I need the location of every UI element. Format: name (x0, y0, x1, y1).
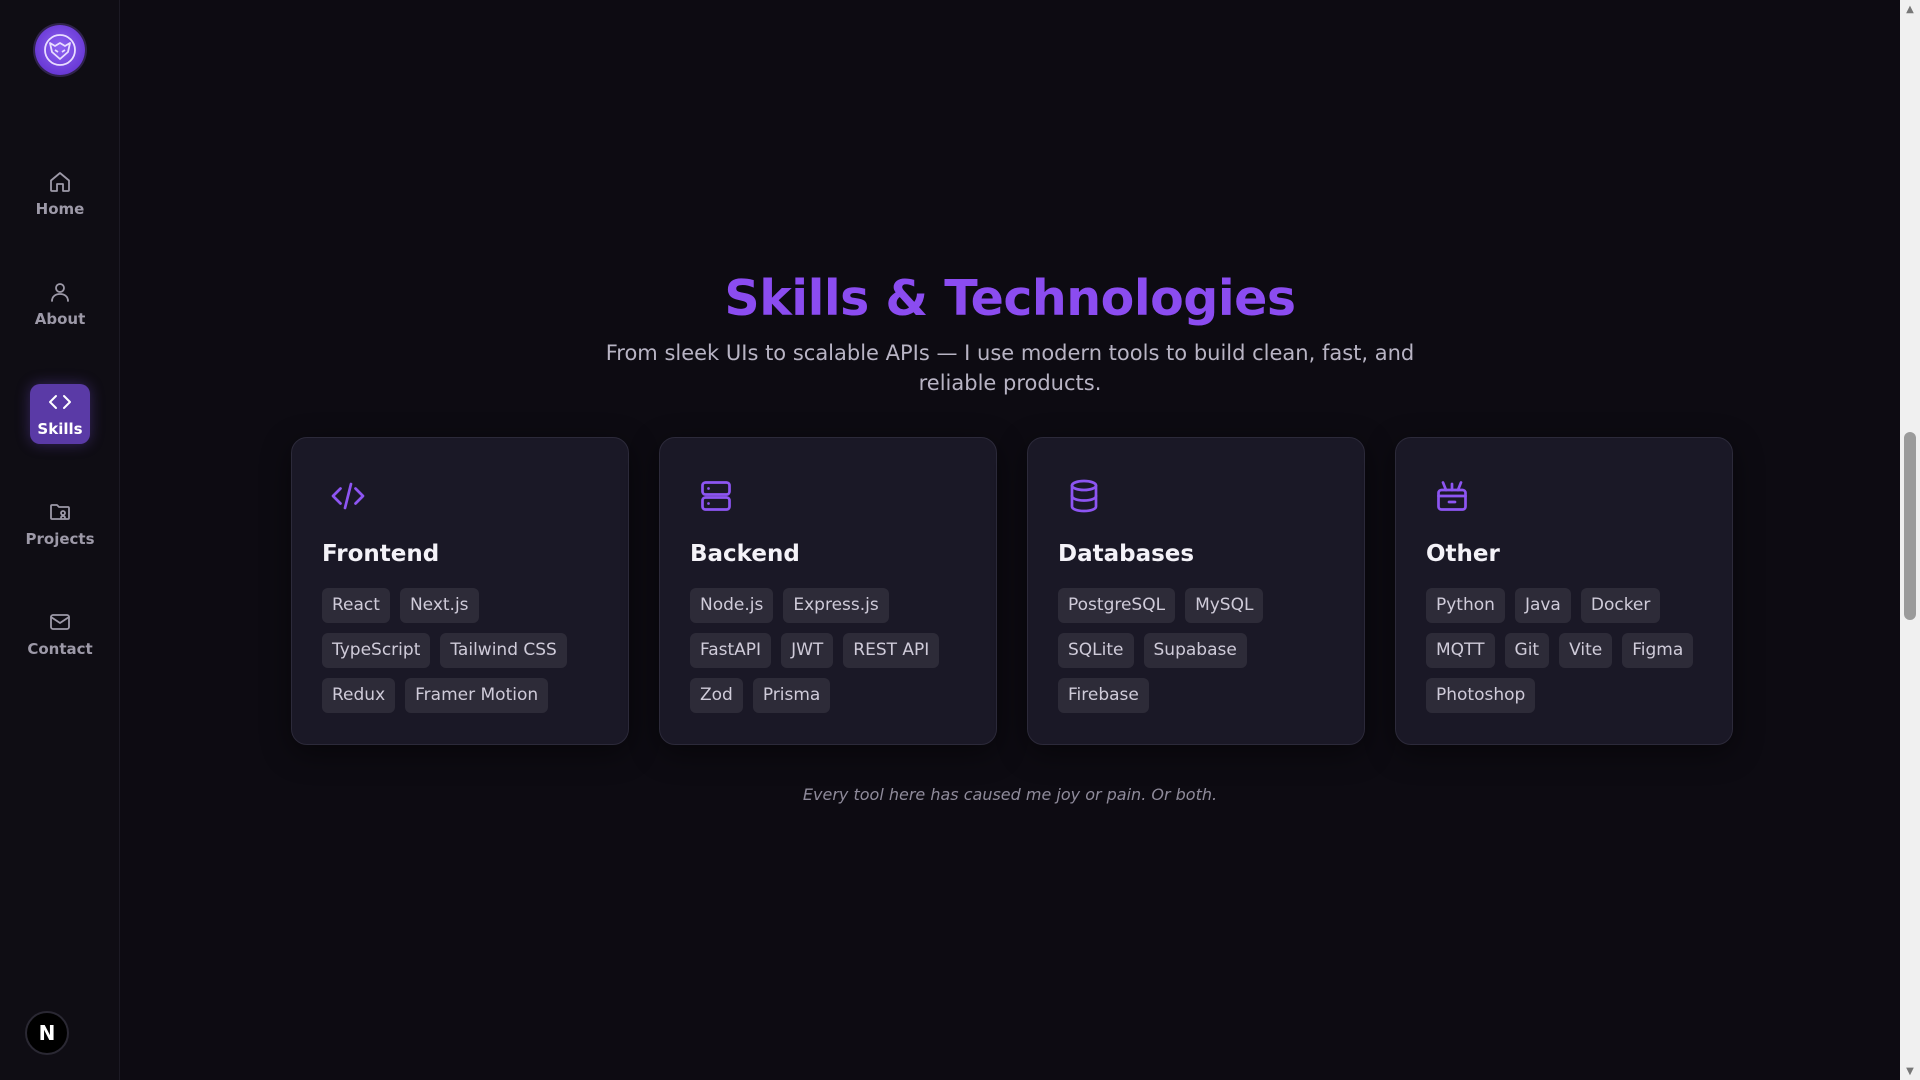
skills-cards: Frontend React Next.js TypeScript Tailwi… (291, 437, 1733, 745)
main-content: Skills & Technologies From sleek UIs to … (120, 0, 1900, 1080)
skill-tag: Node.js (690, 588, 774, 623)
sidebar-item-about[interactable]: About (30, 274, 90, 334)
sidebar-item-label: Projects (25, 530, 95, 548)
skill-tag: Next.js (399, 588, 479, 623)
skill-card-databases: Databases PostgreSQL MySQL SQLite Supaba… (1027, 437, 1365, 745)
sidebar: Home About Skills Projects Contact N (0, 0, 120, 1080)
skill-tag: FastAPI (690, 633, 772, 668)
sidebar-item-home[interactable]: Home (30, 164, 90, 224)
sidebar-item-label: About (34, 310, 86, 328)
skill-tag: REST API (843, 633, 940, 668)
skill-tag: Git (1504, 633, 1550, 668)
skill-tag: Figma (1622, 633, 1694, 668)
nextjs-badge[interactable]: N (25, 1011, 69, 1055)
folder-icon (50, 504, 70, 520)
logo-avatar[interactable] (35, 25, 85, 75)
page-title: Skills & Technologies (724, 270, 1296, 327)
page-scrollbar[interactable]: ▲ ▼ (1900, 0, 1920, 1080)
page-subtitle: From sleek UIs to scalable APIs — I use … (605, 341, 1415, 395)
package-icon (1437, 481, 1467, 511)
mail-icon (50, 614, 70, 630)
skill-tag: Supabase (1143, 633, 1247, 668)
app: Home About Skills Projects Contact N Ski… (0, 0, 1920, 1080)
database-icon (1070, 479, 1098, 513)
skill-tag: Prisma (752, 678, 831, 713)
tag-list: React Next.js TypeScript Tailwind CSS Re… (322, 588, 612, 723)
skill-tag: Zod (690, 678, 743, 713)
footnote: Every tool here has caused me joy or pai… (802, 785, 1218, 804)
skill-card-backend: Backend Node.js Express.js FastAPI JWT R… (659, 437, 997, 745)
tag-list: Node.js Express.js FastAPI JWT REST API … (690, 588, 980, 723)
skill-tag: Firebase (1058, 678, 1149, 713)
scroll-up-arrow-icon[interactable]: ▲ (1900, 0, 1920, 18)
card-title: Frontend (322, 541, 440, 567)
skill-tag: JWT (781, 633, 834, 668)
scroll-down-arrow-icon[interactable]: ▼ (1900, 1062, 1920, 1080)
skill-tag: SQLite (1058, 633, 1134, 668)
scroll-thumb[interactable] (1904, 432, 1916, 620)
sidebar-item-projects[interactable]: Projects (26, 494, 95, 554)
code-icon (49, 395, 71, 409)
server-icon (701, 481, 731, 511)
sidebar-item-label: Skills (37, 420, 83, 438)
skill-tag: Redux (322, 678, 396, 713)
skill-tag: MySQL (1185, 588, 1264, 623)
sidebar-item-label: Contact (27, 640, 93, 658)
sidebar-item-skills[interactable]: Skills (30, 384, 90, 444)
skill-tag: React (322, 588, 390, 623)
user-icon (51, 283, 69, 302)
sidebar-item-contact[interactable]: Contact (27, 604, 93, 664)
skill-card-frontend: Frontend React Next.js TypeScript Tailwi… (291, 437, 629, 745)
tag-list: Python Java Docker MQTT Git Vite Figma P… (1426, 588, 1716, 723)
card-title: Backend (690, 541, 800, 567)
skill-tag: Express.js (783, 588, 889, 623)
skill-tag: MQTT (1426, 633, 1495, 668)
skill-tag: Tailwind CSS (440, 633, 567, 668)
skill-card-other: Other Python Java Docker MQTT Git Vite F… (1395, 437, 1733, 745)
badge-letter: N (38, 1021, 56, 1045)
sidebar-item-label: Home (35, 200, 85, 218)
skill-tag: TypeScript (322, 633, 431, 668)
skill-tag: Docker (1580, 588, 1661, 623)
skill-tag: Java (1514, 588, 1571, 623)
code-icon (331, 482, 365, 510)
tag-list: PostgreSQL MySQL SQLite Supabase Firebas… (1058, 588, 1348, 723)
skill-tag: PostgreSQL (1058, 588, 1176, 623)
card-title: Other (1426, 541, 1500, 567)
skill-tag: Vite (1559, 633, 1613, 668)
skill-tag: Framer Motion (405, 678, 549, 713)
skill-tag: Python (1426, 588, 1505, 623)
home-icon (50, 172, 70, 192)
avatar-logo-icon (44, 34, 76, 66)
card-title: Databases (1058, 541, 1195, 567)
skill-tag: Photoshop (1426, 678, 1536, 713)
